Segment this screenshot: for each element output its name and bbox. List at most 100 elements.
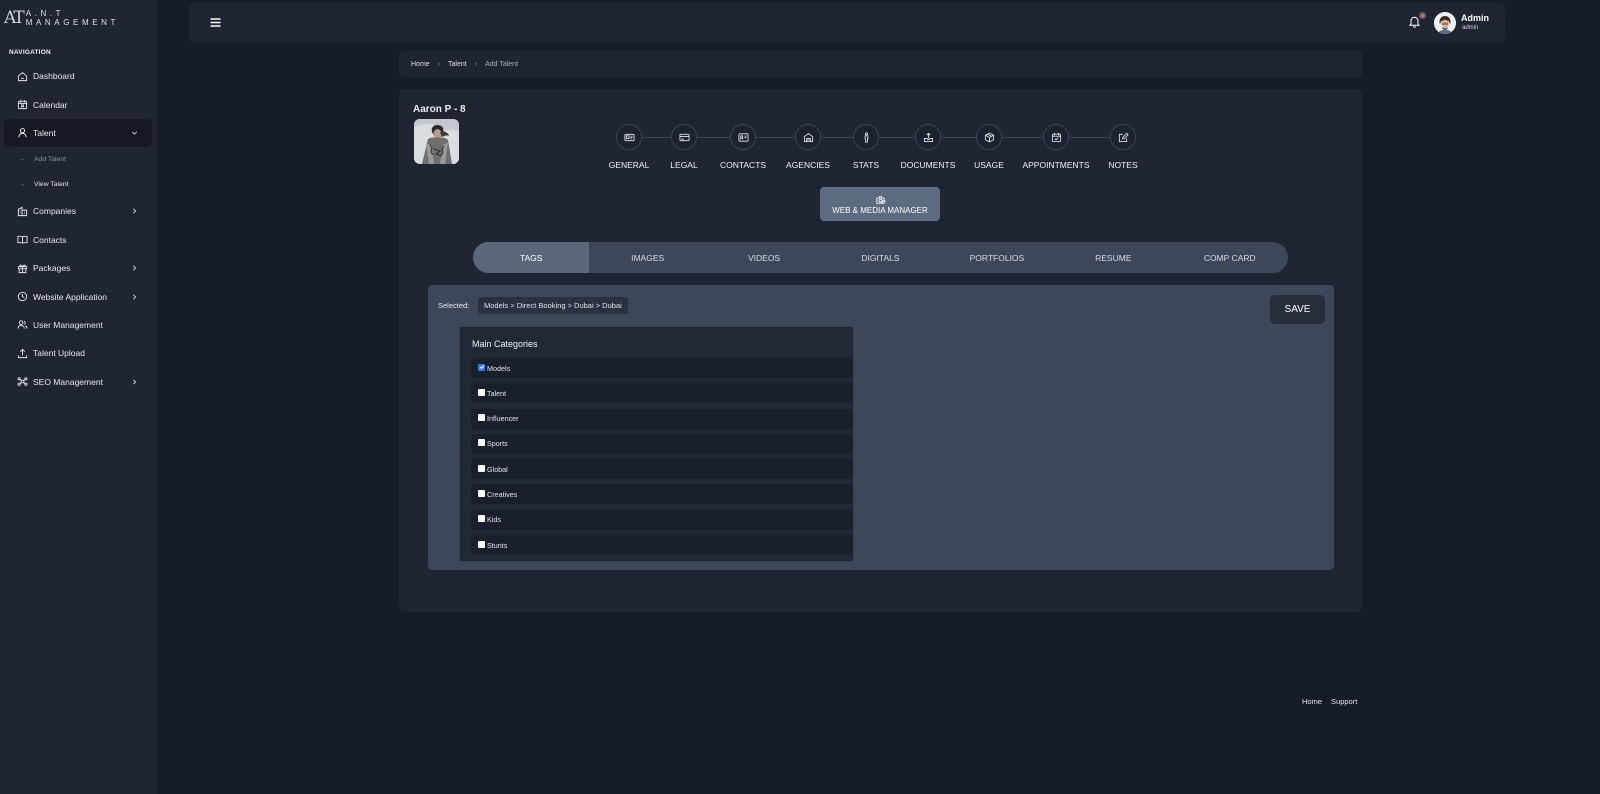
id-card-icon bbox=[616, 124, 642, 150]
sidebar-item-user-management[interactable]: User Management bbox=[4, 311, 152, 339]
category-label: Global bbox=[487, 464, 508, 474]
step-label: GENERAL bbox=[608, 160, 650, 170]
sidebar-subitem-label: Add Talent bbox=[34, 156, 66, 164]
user-icon bbox=[17, 127, 28, 138]
sidebar-item-calendar[interactable]: Calendar bbox=[4, 90, 152, 118]
category-item-creatives[interactable]: Creatives bbox=[471, 484, 853, 505]
brand-logo[interactable]: AT A.N.T MANAGEMENT bbox=[4, 8, 157, 28]
checkbox[interactable] bbox=[478, 464, 485, 472]
sidebar-item-contacts[interactable]: Contacts bbox=[4, 226, 152, 254]
topbar: 3 Admin admin bbox=[189, 3, 1505, 43]
person-icon bbox=[853, 124, 879, 150]
footer: Home Support bbox=[1302, 697, 1357, 706]
step-label: STATS bbox=[852, 160, 880, 170]
chevron-down-icon bbox=[132, 131, 137, 135]
checkbox[interactable] bbox=[478, 540, 485, 548]
tab-comp-card[interactable]: COMP CARD bbox=[1172, 242, 1288, 273]
category-item-talent[interactable]: Talent bbox=[471, 383, 853, 404]
web-media-manager-button[interactable]: WEB & MEDIA MANAGER bbox=[820, 187, 940, 221]
checkbox[interactable] bbox=[478, 414, 485, 422]
sidebar-item-companies[interactable]: Companies bbox=[4, 197, 152, 225]
footer-support-link[interactable]: Support bbox=[1331, 697, 1357, 706]
tab-videos[interactable]: VIDEOS bbox=[706, 242, 822, 273]
category-item-influencer[interactable]: Influencer bbox=[471, 408, 853, 429]
notification-badge: 3 bbox=[1419, 12, 1426, 19]
category-item-stunts[interactable]: Stunts bbox=[471, 535, 853, 556]
step-label: AGENCIES bbox=[786, 160, 830, 170]
category-label: Stunts bbox=[487, 540, 508, 550]
step-appointments[interactable]: APPOINTMENTS bbox=[1022, 124, 1090, 170]
breadcrumb-separator-icon: › bbox=[437, 60, 441, 68]
footer-home-link[interactable]: Home bbox=[1302, 697, 1322, 706]
sidebar-item-website-application[interactable]: Website Application bbox=[4, 282, 152, 310]
step-stats[interactable]: STATS bbox=[850, 124, 882, 170]
tab-images[interactable]: IMAGES bbox=[589, 242, 705, 273]
upload-tray-icon bbox=[915, 124, 941, 150]
avatar[interactable] bbox=[1434, 12, 1456, 34]
save-button[interactable]: SAVE bbox=[1270, 295, 1325, 324]
step-contacts[interactable]: CONTACTS bbox=[719, 124, 767, 170]
building-icon bbox=[795, 124, 821, 150]
step-legal[interactable]: LEGAL bbox=[670, 124, 698, 170]
credit-card-icon bbox=[671, 124, 697, 150]
camera-sync-icon bbox=[875, 195, 885, 204]
tab-digitals[interactable]: DIGITALS bbox=[822, 242, 938, 273]
chevron-right-icon bbox=[133, 294, 137, 300]
checkbox[interactable] bbox=[478, 489, 485, 497]
logo-mark: AT bbox=[4, 8, 25, 28]
chevron-right-icon bbox=[133, 379, 137, 385]
category-label: Models bbox=[487, 363, 511, 373]
sidebar-item-dashboard[interactable]: Dashboard bbox=[4, 62, 152, 90]
checkbox[interactable] bbox=[478, 388, 485, 396]
sidebar: AT A.N.T MANAGEMENT NAVIGATION Dashboard… bbox=[0, 0, 157, 794]
checkbox[interactable] bbox=[478, 439, 485, 447]
chevron-right-icon bbox=[133, 208, 137, 214]
sidebar-item-label: Companies bbox=[33, 206, 76, 217]
category-item-models[interactable]: Models bbox=[471, 358, 853, 378]
category-label: Creatives bbox=[487, 489, 518, 499]
sidebar-item-talent-upload[interactable]: Talent Upload bbox=[4, 339, 152, 367]
sidebar-item-packages[interactable]: Packages bbox=[4, 254, 152, 282]
checkbox[interactable] bbox=[478, 515, 485, 523]
talent-portrait-image bbox=[414, 119, 459, 164]
breadcrumb: Home › Talent › Add Talent bbox=[399, 51, 1362, 77]
breadcrumb-current: Add Talent bbox=[485, 60, 519, 68]
sidebar-subitem-add-talent[interactable]: → Add Talent bbox=[4, 147, 152, 172]
sidebar-item-label: Dashboard bbox=[33, 71, 75, 82]
user-role: admin bbox=[1462, 25, 1479, 31]
step-agencies[interactable]: AGENCIES bbox=[784, 124, 832, 170]
category-list: Models Talent Influencer Sports Global C… bbox=[471, 358, 853, 560]
step-general[interactable]: GENERAL bbox=[608, 124, 650, 170]
breadcrumb-home-link[interactable]: Home bbox=[411, 61, 430, 68]
sidebar-item-label: Talent Upload bbox=[33, 348, 85, 359]
tab-portfolios[interactable]: PORTFOLIOS bbox=[939, 242, 1055, 273]
sidebar-item-label: User Management bbox=[33, 319, 103, 330]
step-documents[interactable]: DOCUMENTS bbox=[900, 124, 956, 170]
main-categories-title: Main Categories bbox=[472, 339, 538, 349]
upload-icon bbox=[17, 348, 28, 359]
step-label: LEGAL bbox=[670, 160, 698, 170]
contact-card-icon bbox=[730, 124, 756, 150]
chevron-right-icon bbox=[133, 265, 137, 271]
step-usage[interactable]: USAGE bbox=[973, 124, 1005, 170]
talent-photo[interactable] bbox=[414, 119, 459, 164]
sidebar-item-talent[interactable]: Talent bbox=[4, 118, 152, 148]
tab-resume[interactable]: RESUME bbox=[1055, 242, 1171, 273]
breadcrumb-separator-icon: › bbox=[474, 60, 478, 68]
breadcrumb-talent-link[interactable]: Talent bbox=[448, 61, 467, 68]
sidebar-subitem-view-talent[interactable]: → View Talent bbox=[4, 172, 152, 197]
sidebar-item-label: SEO Management bbox=[33, 376, 103, 387]
checkbox-checked[interactable] bbox=[478, 363, 485, 371]
category-label: Influencer bbox=[487, 414, 519, 424]
step-label: DOCUMENTS bbox=[900, 160, 956, 170]
sidebar-item-seo-management[interactable]: SEO Management bbox=[4, 368, 152, 396]
hamburger-menu-icon[interactable] bbox=[210, 17, 221, 28]
step-notes[interactable]: NOTES bbox=[1108, 124, 1138, 170]
nav-heading: NAVIGATION bbox=[9, 49, 51, 56]
sidebar-item-label: Calendar bbox=[33, 99, 68, 110]
category-item-global[interactable]: Global bbox=[471, 459, 853, 480]
sidebar-item-label: Website Application bbox=[33, 291, 108, 302]
category-item-kids[interactable]: Kids bbox=[471, 509, 853, 530]
category-item-sports[interactable]: Sports bbox=[471, 433, 853, 454]
tab-tags[interactable]: TAGS bbox=[473, 242, 590, 273]
